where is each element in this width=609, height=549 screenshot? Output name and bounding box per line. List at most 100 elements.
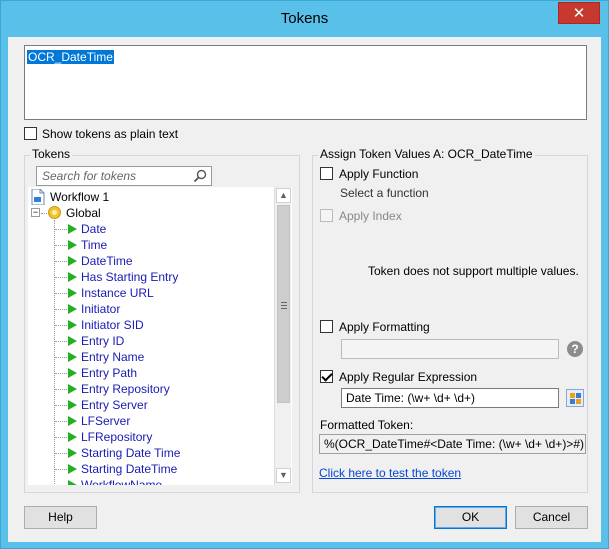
ok-button[interactable]: OK — [434, 506, 507, 529]
help-glyph: ? — [571, 342, 579, 356]
assign-group-title: Assign Token Values A: OCR_DateTime — [318, 147, 535, 161]
show-plain-text-label: Show tokens as plain text — [42, 127, 179, 141]
tree-token-item[interactable]: Time — [81, 237, 107, 253]
tree-connector — [41, 213, 47, 214]
cancel-button[interactable]: Cancel — [515, 506, 588, 529]
token-play-icon — [68, 480, 77, 485]
tree-root-workflow[interactable]: Workflow 1 — [50, 189, 109, 205]
tree-token-item[interactable]: Instance URL — [81, 285, 154, 301]
show-plain-text-checkbox[interactable] — [24, 127, 37, 140]
grip-line — [281, 302, 287, 303]
apply-index-checkbox[interactable] — [320, 209, 333, 222]
test-token-link[interactable]: Click here to test the token — [319, 466, 461, 480]
workflow-icon — [31, 189, 45, 205]
token-play-icon — [68, 464, 77, 474]
dialog-title: Tokens — [280, 10, 329, 27]
close-button[interactable]: ✕ — [558, 2, 600, 24]
tree-token-item[interactable]: DateTime — [81, 253, 133, 269]
tree-token-item[interactable]: Entry Repository — [81, 381, 170, 397]
tree-connector — [55, 437, 67, 438]
tree-connector — [55, 261, 67, 262]
token-play-icon — [68, 384, 77, 394]
tree-token-item[interactable]: Entry ID — [81, 333, 124, 349]
token-play-icon — [68, 432, 77, 442]
token-play-icon — [68, 288, 77, 298]
tree-token-item[interactable]: Initiator — [81, 301, 120, 317]
token-play-icon — [68, 400, 77, 410]
token-play-icon — [68, 272, 77, 282]
apply-function-label: Apply Function — [339, 167, 419, 181]
token-play-icon — [68, 304, 77, 314]
apply-index-label: Apply Index — [339, 209, 402, 223]
tree-connector — [55, 245, 67, 246]
tree-connector — [55, 421, 67, 422]
tree-token-item[interactable]: Starting DateTime — [81, 461, 177, 477]
formatted-token-label: Formatted Token: — [320, 418, 414, 432]
token-search-box — [36, 166, 212, 186]
token-play-icon — [68, 352, 77, 362]
close-icon: ✕ — [572, 5, 586, 22]
token-play-icon — [68, 224, 77, 234]
scroll-up-button[interactable]: ▲ — [276, 188, 291, 203]
help-icon[interactable]: ? — [567, 341, 583, 357]
tree-token-item[interactable]: LFRepository — [81, 429, 152, 445]
search-icon[interactable] — [193, 169, 207, 183]
tree-token-item[interactable]: LFServer — [81, 413, 130, 429]
tree-connector — [55, 309, 67, 310]
tree-connector — [55, 229, 67, 230]
global-expander[interactable]: − — [31, 208, 40, 217]
help-button[interactable]: Help — [24, 506, 97, 529]
formatted-token-output[interactable]: %(OCR_DateTime#<Date Time: (\w+ \d+ \d+)… — [319, 434, 586, 454]
tokens-dialog: Tokens ✕ OCR_DateTime Show tokens as pla… — [0, 0, 609, 549]
tree-token-item[interactable]: Entry Path — [81, 365, 137, 381]
token-tree[interactable]: Workflow 1 − Global Date Time DateTime Has … — [28, 187, 292, 485]
tree-connector — [55, 373, 67, 374]
token-play-icon — [68, 320, 77, 330]
chevron-up-icon: ▲ — [279, 190, 288, 200]
scroll-down-button[interactable]: ▼ — [276, 468, 291, 483]
tree-connector — [55, 277, 67, 278]
tree-connector — [55, 405, 67, 406]
regex-builder-button[interactable] — [566, 389, 584, 407]
tree-connector-line — [54, 220, 55, 485]
global-group-icon — [48, 206, 61, 219]
tree-group-global[interactable]: Global — [66, 205, 101, 221]
tree-token-item[interactable]: Entry Server — [81, 397, 148, 413]
tree-token-item[interactable]: WorkflowName — [81, 477, 162, 485]
token-tree-scrollbar[interactable]: ▲ ▼ — [274, 187, 291, 485]
token-play-icon — [68, 256, 77, 266]
tree-token-item[interactable]: Initiator SID — [81, 317, 144, 333]
token-search-input[interactable] — [37, 167, 187, 185]
tree-token-item[interactable]: Starting Date Time — [81, 445, 180, 461]
tree-token-item[interactable]: Has Starting Entry — [81, 269, 178, 285]
tree-connector — [55, 293, 67, 294]
grip-line — [281, 308, 287, 309]
token-play-icon — [68, 336, 77, 346]
tree-token-item[interactable]: Entry Name — [81, 349, 144, 365]
token-expression-editor[interactable]: OCR_DateTime — [24, 45, 587, 120]
tree-connector — [55, 357, 67, 358]
apply-formatting-label: Apply Formatting — [339, 320, 430, 334]
token-play-icon — [68, 240, 77, 250]
apply-function-checkbox[interactable] — [320, 167, 333, 180]
tree-connector — [55, 341, 67, 342]
tree-connector — [55, 453, 67, 454]
regex-input[interactable]: Date Time: (\w+ \d+ \d+) — [341, 388, 559, 408]
select-function-text[interactable]: Select a function — [340, 186, 429, 200]
apply-formatting-checkbox[interactable] — [320, 320, 333, 333]
multiple-values-message: Token does not support multiple values. — [368, 264, 579, 278]
tree-connector — [55, 389, 67, 390]
chevron-down-icon: ▼ — [279, 470, 288, 480]
apply-regex-label: Apply Regular Expression — [339, 370, 478, 384]
collapse-icon: − — [32, 207, 39, 217]
token-play-icon — [68, 368, 77, 378]
grip-line — [281, 305, 287, 306]
token-play-icon — [68, 448, 77, 458]
formatting-input[interactable] — [341, 339, 559, 359]
title-bar[interactable]: Tokens ✕ — [1, 1, 608, 37]
dialog-body: OCR_DateTime Show tokens as plain text T… — [8, 37, 601, 542]
scroll-thumb[interactable] — [277, 205, 290, 403]
tree-connector — [55, 469, 67, 470]
tree-token-item[interactable]: Date — [81, 221, 106, 237]
apply-regex-checkbox[interactable] — [320, 370, 333, 383]
